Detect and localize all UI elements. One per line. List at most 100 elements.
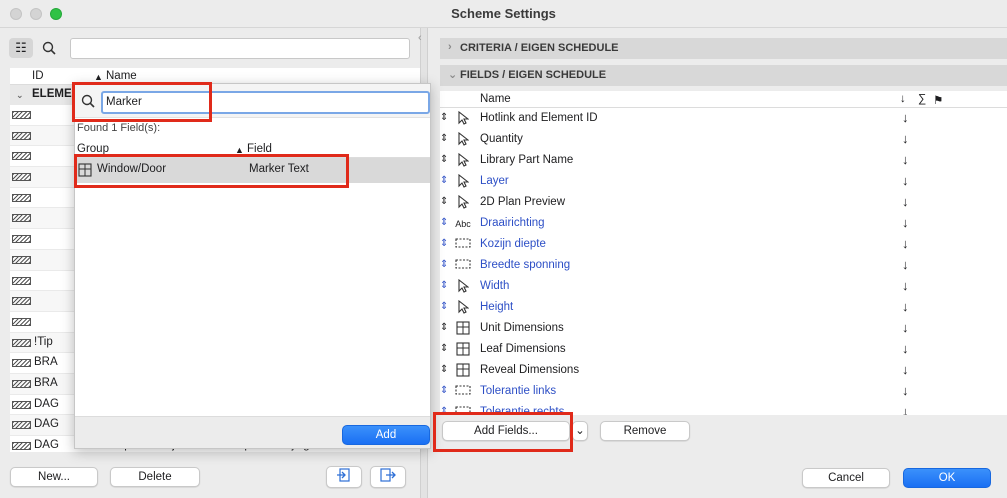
chevron-down-icon: ⌄ <box>448 69 458 81</box>
field-name: Tolerantie links <box>480 385 557 397</box>
hatch-icon <box>12 338 31 347</box>
field-row[interactable]: ⇕ Unit Dimensions ↓ <box>440 318 1007 339</box>
sum-column-header[interactable]: ∑ <box>918 93 926 105</box>
sort-toggle[interactable]: ↓ <box>902 383 909 398</box>
drag-handle-icon[interactable]: ⇕ <box>440 301 448 312</box>
chevron-right-icon: › <box>448 41 452 53</box>
dashed-rect-icon <box>454 258 472 273</box>
sort-toggle[interactable]: ↓ <box>902 215 909 230</box>
export-icon[interactable] <box>370 466 406 488</box>
sort-toggle[interactable]: ↓ <box>902 278 909 293</box>
field-search-input[interactable]: Marker <box>101 91 430 114</box>
sort-column-header[interactable]: ↓ <box>900 93 906 105</box>
sort-toggle[interactable]: ↓ <box>902 257 909 272</box>
cursor-icon <box>454 173 472 191</box>
field-row[interactable]: ⇕ Reveal Dimensions ↓ <box>440 360 1007 381</box>
sort-toggle[interactable]: ↓ <box>902 131 909 146</box>
flag-icon[interactable]: ⚑ <box>933 93 943 107</box>
drag-handle-icon[interactable]: ⇕ <box>440 112 448 123</box>
popup-footer: Add <box>75 416 430 448</box>
scheme-id: BRA <box>34 356 58 369</box>
drag-handle-icon[interactable]: ⇕ <box>440 175 448 186</box>
fields-section-header[interactable]: ⌄ FIELDS / EIGEN SCHEDULE <box>440 65 1007 86</box>
dashed-rect-icon <box>454 405 472 415</box>
abc-icon: Abc <box>455 219 471 229</box>
field-row[interactable]: ⇕ Tolerantie rechts ↓ <box>440 402 1007 415</box>
import-icon[interactable] <box>326 466 362 488</box>
drag-handle-icon[interactable]: ⇕ <box>440 343 448 354</box>
collapse-panel-icon[interactable]: ‹ <box>418 32 422 44</box>
field-row[interactable]: ⇕ Breedte sponning ↓ <box>440 255 1007 276</box>
field-row[interactable]: ⇕ Abc Draairichting ↓ <box>440 213 1007 234</box>
sort-toggle[interactable]: ↓ <box>902 173 909 188</box>
drag-handle-icon[interactable]: ⇕ <box>440 196 448 207</box>
fields-table: Name ↓ ∑ ⚑ ⇕ Hotlink and Element ID ↓ ⇕ Quan… <box>440 91 1007 415</box>
drag-handle-icon[interactable]: ⇕ <box>440 322 448 333</box>
hatch-icon <box>12 235 31 244</box>
drag-handle-icon[interactable]: ⇕ <box>440 280 448 291</box>
add-fields-button[interactable]: Add Fields... <box>442 421 570 441</box>
cancel-button[interactable]: Cancel <box>802 468 890 488</box>
id-column-header[interactable]: ID <box>32 70 44 82</box>
field-row[interactable]: ⇕ Library Part Name ↓ <box>440 150 1007 171</box>
sort-toggle[interactable]: ↓ <box>902 362 909 377</box>
field-row[interactable]: ⇕ Tolerantie links ↓ <box>440 381 1007 402</box>
sort-toggle[interactable]: ↓ <box>902 299 909 314</box>
list-view-icon[interactable]: ☷ <box>9 38 33 58</box>
field-row[interactable]: ⇕ Hotlink and Element ID ↓ <box>440 108 1007 129</box>
criteria-section-header[interactable]: › CRITERIA / EIGEN SCHEDULE <box>440 38 1007 59</box>
window-icon <box>454 321 472 338</box>
sort-toggle[interactable]: ↓ <box>902 194 909 209</box>
drag-handle-icon[interactable]: ⇕ <box>440 154 448 165</box>
fields-label: FIELDS / EIGEN SCHEDULE <box>460 69 607 81</box>
new-button[interactable]: New... <box>10 467 98 487</box>
sort-toggle[interactable]: ↓ <box>902 110 909 125</box>
field-name: Draairichting <box>480 217 545 229</box>
hatch-icon <box>12 359 31 368</box>
drag-handle-icon[interactable]: ⇕ <box>440 385 448 396</box>
field-name: Tolerantie rechts <box>480 406 565 415</box>
name-column-header[interactable]: Name <box>106 70 137 82</box>
sort-toggle[interactable]: ↓ <box>902 152 909 167</box>
drag-handle-icon[interactable]: ⇕ <box>440 259 448 270</box>
field-row[interactable]: ⇕ 2D Plan Preview ↓ <box>440 192 1007 213</box>
hatch-icon <box>12 255 31 264</box>
scheme-search-input[interactable] <box>70 38 410 59</box>
search-icon <box>81 94 95 111</box>
group-column-header[interactable]: Group <box>77 143 109 155</box>
add-fields-dropdown-icon[interactable]: ⌄ <box>572 421 588 441</box>
scheme-id: !Tip <box>34 335 53 348</box>
field-name: Hotlink and Element ID <box>480 112 598 124</box>
drag-handle-icon[interactable]: ⇕ <box>440 238 448 249</box>
cursor-icon <box>454 278 472 296</box>
drag-handle-icon[interactable]: ⇕ <box>440 133 448 144</box>
hatch-icon <box>12 111 31 119</box>
sort-toggle[interactable]: ↓ <box>902 404 909 415</box>
scheme-id: BRA <box>34 376 58 389</box>
delete-button[interactable]: Delete <box>110 467 200 487</box>
scheme-id: DAG <box>34 439 59 451</box>
ok-button[interactable]: OK <box>903 468 991 488</box>
field-row[interactable]: ⇕ Width ↓ <box>440 276 1007 297</box>
add-button[interactable]: Add <box>342 425 430 445</box>
sort-toggle[interactable]: ↓ <box>902 236 909 251</box>
field-name: Width <box>480 280 510 292</box>
drag-handle-icon[interactable]: ⇕ <box>440 406 448 415</box>
field-row[interactable]: ⇕ Kozijn diepte ↓ <box>440 234 1007 255</box>
field-row[interactable]: ⇕ Height ↓ <box>440 297 1007 318</box>
field-row[interactable]: ⇕ Leaf Dimensions ↓ <box>440 339 1007 360</box>
result-group: Window/Door <box>97 163 167 175</box>
search-icon[interactable] <box>37 38 61 58</box>
drag-handle-icon[interactable]: ⇕ <box>440 217 448 228</box>
remove-button[interactable]: Remove <box>600 421 690 441</box>
hatch-icon <box>12 173 31 182</box>
field-row[interactable]: ⇕ Layer ↓ <box>440 171 1007 192</box>
sort-toggle[interactable]: ↓ <box>902 320 909 335</box>
dashed-rect-icon <box>454 384 472 399</box>
name-column-header[interactable]: Name <box>480 93 511 105</box>
field-row[interactable]: ⇕ Quantity ↓ <box>440 129 1007 150</box>
search-result-row[interactable]: Window/Door Marker Text <box>75 158 430 183</box>
drag-handle-icon[interactable]: ⇕ <box>440 364 448 375</box>
field-column-header[interactable]: Field <box>247 143 272 155</box>
sort-toggle[interactable]: ↓ <box>902 341 909 356</box>
